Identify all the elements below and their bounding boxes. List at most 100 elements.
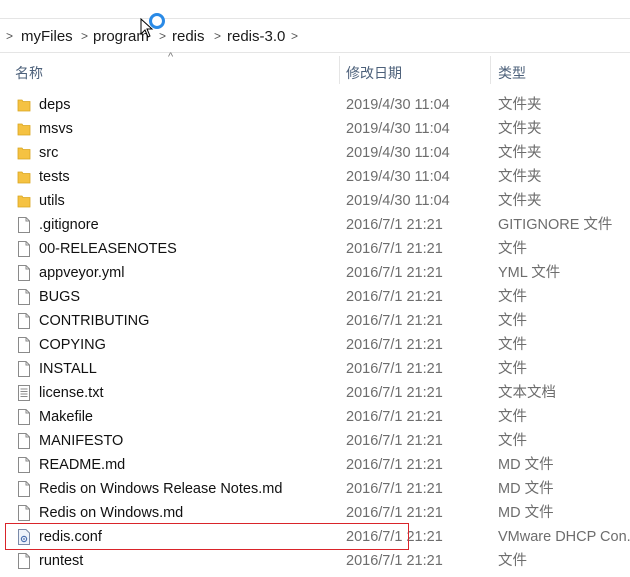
file-type: 文件 [498, 337, 527, 353]
file-modified-date: 2016/7/1 21:21 [346, 289, 443, 305]
file-modified-date: 2016/7/1 21:21 [346, 457, 443, 473]
file-type: 文件夹 [498, 169, 542, 185]
file-type: 文件 [498, 289, 527, 305]
file-type: MD 文件 [498, 505, 554, 521]
file-name[interactable]: msvs [39, 117, 73, 141]
file-icon [17, 289, 31, 305]
breadcrumb-item-redis-3-0[interactable]: redis-3.0 [227, 28, 285, 45]
folder-icon [17, 169, 31, 185]
breadcrumb-separator[interactable]: > [81, 29, 88, 43]
file-row[interactable]: README.md 2016/7/1 21:21 MD 文件 [0, 453, 630, 477]
file-type: 文件 [498, 313, 527, 329]
file-type: 文件夹 [498, 193, 542, 209]
file-type: GITIGNORE 文件 [498, 217, 613, 233]
file-modified-date: 2016/7/1 21:21 [346, 241, 443, 257]
file-name[interactable]: Redis on Windows.md [39, 501, 183, 525]
file-name[interactable]: runtest [39, 549, 83, 573]
file-row[interactable]: appveyor.yml 2016/7/1 21:21 YML 文件 [0, 261, 630, 285]
file-row[interactable]: CONTRIBUTING 2016/7/1 21:21 文件 [0, 309, 630, 333]
folder-icon [17, 145, 31, 161]
file-type: 文件 [498, 553, 527, 569]
column-divider[interactable] [339, 56, 340, 84]
breadcrumb-separator[interactable]: > [291, 29, 298, 43]
file-name[interactable]: appveyor.yml [39, 261, 124, 285]
column-header-type[interactable]: 类型 [498, 60, 526, 86]
file-type: 文件夹 [498, 121, 542, 137]
file-row[interactable]: msvs 2019/4/30 11:04 文件夹 [0, 117, 630, 141]
file-modified-date: 2019/4/30 11:04 [346, 145, 450, 161]
breadcrumb-item-redis[interactable]: redis [172, 28, 205, 45]
file-type: YML 文件 [498, 265, 561, 281]
file-modified-date: 2019/4/30 11:04 [346, 121, 450, 137]
column-divider[interactable] [490, 56, 491, 84]
file-name[interactable]: README.md [39, 453, 125, 477]
file-type: 文件 [498, 361, 527, 377]
top-strip [0, 0, 630, 19]
file-modified-date: 2019/4/30 11:04 [346, 169, 450, 185]
file-type: 文件夹 [498, 97, 542, 113]
file-modified-date: 2016/7/1 21:21 [346, 361, 443, 377]
file-name[interactable]: COPYING [39, 333, 106, 357]
column-header-name[interactable]: 名称 [15, 60, 43, 86]
file-row[interactable]: Redis on Windows Release Notes.md 2016/7/… [0, 477, 630, 501]
file-type: MD 文件 [498, 457, 554, 473]
file-name[interactable]: utils [39, 189, 65, 213]
file-row[interactable]: utils 2019/4/30 11:04 文件夹 [0, 189, 630, 213]
file-name[interactable]: BUGS [39, 285, 80, 309]
sort-ascending-icon: ^ [168, 51, 174, 63]
file-row[interactable]: BUGS 2016/7/1 21:21 文件 [0, 285, 630, 309]
file-icon [17, 361, 31, 377]
text-document-icon [17, 385, 31, 401]
file-row[interactable]: MANIFESTO 2016/7/1 21:21 文件 [0, 429, 630, 453]
file-name[interactable]: tests [39, 165, 70, 189]
file-row[interactable]: Makefile 2016/7/1 21:21 文件 [0, 405, 630, 429]
file-modified-date: 2016/7/1 21:21 [346, 433, 443, 449]
file-name[interactable]: MANIFESTO [39, 429, 123, 453]
loading-spinner-icon [149, 13, 165, 29]
file-row[interactable]: tests 2019/4/30 11:04 文件夹 [0, 165, 630, 189]
file-row[interactable]: 00-RELEASENOTES 2016/7/1 21:21 文件 [0, 237, 630, 261]
breadcrumb-separator[interactable]: > [6, 29, 13, 43]
file-name[interactable]: license.txt [39, 381, 103, 405]
file-type: 文件 [498, 409, 527, 425]
file-modified-date: 2016/7/1 21:21 [346, 553, 443, 569]
highlight-box [5, 523, 409, 550]
file-name[interactable]: INSTALL [39, 357, 97, 381]
file-modified-date: 2016/7/1 21:21 [346, 337, 443, 353]
file-icon [17, 313, 31, 329]
file-row[interactable]: Redis on Windows.md 2016/7/1 21:21 MD 文件 [0, 501, 630, 525]
file-row[interactable]: deps 2019/4/30 11:04 文件夹 [0, 93, 630, 117]
breadcrumb-separator[interactable]: > [214, 29, 221, 43]
file-modified-date: 2019/4/30 11:04 [346, 97, 450, 113]
file-modified-date: 2016/7/1 21:21 [346, 481, 443, 497]
file-type: 文件 [498, 241, 527, 257]
file-icon [17, 481, 31, 497]
file-modified-date: 2016/7/1 21:21 [346, 217, 443, 233]
file-name[interactable]: .gitignore [39, 213, 99, 237]
file-name[interactable]: Redis on Windows Release Notes.md [39, 477, 282, 501]
file-type: 文本文档 [498, 385, 556, 401]
file-modified-date: 2016/7/1 21:21 [346, 265, 443, 281]
file-modified-date: 2016/7/1 21:21 [346, 385, 443, 401]
folder-icon [17, 193, 31, 209]
file-name[interactable]: deps [39, 93, 70, 117]
file-row[interactable]: INSTALL 2016/7/1 21:21 文件 [0, 357, 630, 381]
file-row[interactable]: .gitignore 2016/7/1 21:21 GITIGNORE 文件 [0, 213, 630, 237]
file-icon [17, 505, 31, 521]
file-row[interactable]: COPYING 2016/7/1 21:21 文件 [0, 333, 630, 357]
file-icon [17, 553, 31, 569]
file-name[interactable]: src [39, 141, 58, 165]
file-row[interactable]: license.txt 2016/7/1 21:21 文本文档 [0, 381, 630, 405]
file-row[interactable]: src 2019/4/30 11:04 文件夹 [0, 141, 630, 165]
folder-icon [17, 97, 31, 113]
file-modified-date: 2019/4/30 11:04 [346, 193, 450, 209]
file-name[interactable]: Makefile [39, 405, 93, 429]
file-name[interactable]: 00-RELEASENOTES [39, 237, 177, 261]
column-header-date[interactable]: 修改日期 [346, 60, 402, 86]
breadcrumb-item-myfiles[interactable]: myFiles [21, 28, 73, 45]
file-icon [17, 265, 31, 281]
file-type: 文件 [498, 433, 527, 449]
breadcrumb-separator[interactable]: > [159, 29, 166, 43]
file-row[interactable]: runtest 2016/7/1 21:21 文件 [0, 549, 630, 573]
file-name[interactable]: CONTRIBUTING [39, 309, 149, 333]
